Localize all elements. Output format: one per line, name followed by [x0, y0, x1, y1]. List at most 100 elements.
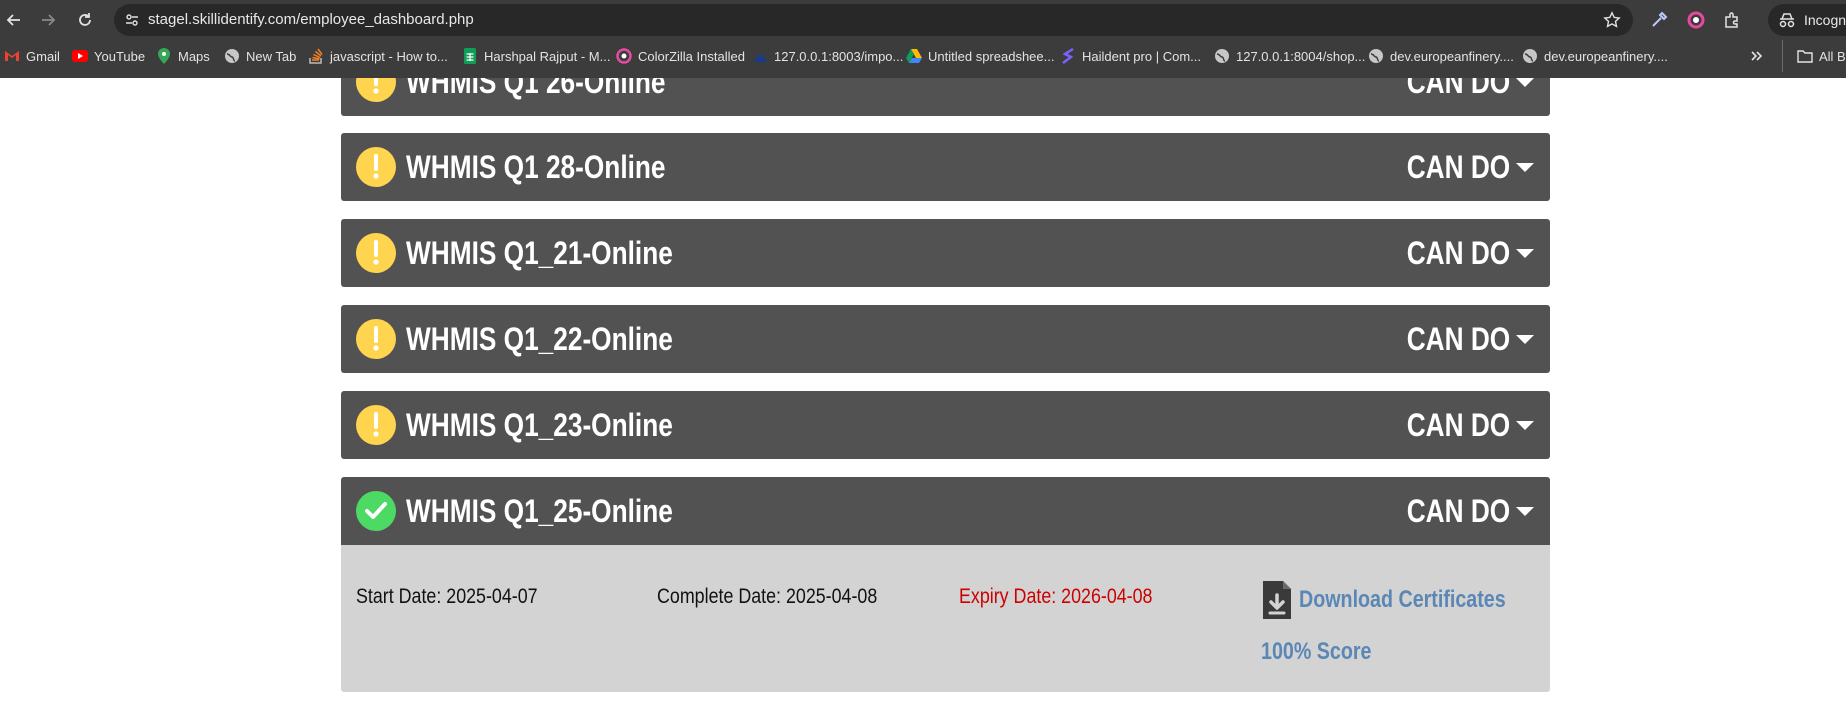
bookmark-gmail[interactable]: Gmail: [4, 40, 60, 72]
youtube-icon: [72, 48, 88, 64]
bookmark-label: 127.0.0.1:8004/shop...: [1236, 48, 1366, 64]
globe-icon: [1214, 48, 1230, 64]
bookmark-label: Maps: [178, 48, 210, 64]
page-content: WHMIS Q1 26-Online CAN DO WHMIS Q1 28-On…: [0, 78, 1846, 702]
course-accordion-header[interactable]: WHMIS Q1_23-Online CAN DO: [341, 391, 1550, 459]
complete-date: Complete Date: 2025-04-08: [657, 585, 878, 608]
course-accordion-header[interactable]: WHMIS Q1_25-Online CAN DO: [341, 477, 1550, 545]
bookmark-label: ColorZilla Installed: [638, 48, 745, 64]
course-accordion-header[interactable]: WHMIS Q1_21-Online CAN DO: [341, 219, 1550, 287]
bookmark-sheets[interactable]: Harshpal Rajput - M...: [462, 40, 610, 72]
download-certificates-label: Download Certificates: [1299, 586, 1506, 613]
bookmark-label: dev.europeanfinery....: [1544, 48, 1668, 64]
address-bar[interactable]: stagel.skillidentify.com/employee_dashbo…: [114, 4, 1633, 36]
colorzilla-extension-icon[interactable]: [1685, 9, 1707, 31]
incognito-indicator[interactable]: Incogni: [1768, 4, 1846, 36]
course-title: WHMIS Q1_22-Online: [406, 321, 673, 357]
warning-icon: [356, 405, 396, 445]
competency-toggle[interactable]: CAN DO: [1384, 391, 1534, 459]
caret-down-icon: [1516, 163, 1534, 172]
stackoverflow-icon: [308, 48, 324, 64]
competency-toggle[interactable]: CAN DO: [1384, 219, 1534, 287]
folder-icon: [1797, 48, 1813, 64]
bookmark-label: Untitled spreadshee...: [928, 48, 1055, 64]
back-icon[interactable]: [2, 8, 26, 32]
course-title: WHMIS Q1_23-Online: [406, 407, 673, 443]
course-accordion-header[interactable]: WHMIS Q1_22-Online CAN DO: [341, 305, 1550, 373]
globe-icon: [1522, 48, 1538, 64]
bookmark-local-8003[interactable]: 127.0.0.1:8003/impo...: [752, 40, 903, 72]
competency-toggle[interactable]: CAN DO: [1384, 133, 1534, 201]
course-title: WHMIS Q1 28-Online: [406, 149, 666, 185]
page-icon: [752, 48, 768, 64]
caret-down-icon: [1516, 335, 1534, 344]
site-settings-icon[interactable]: [124, 12, 140, 33]
reload-icon[interactable]: [73, 8, 97, 32]
url-text[interactable]: stagel.skillidentify.com/employee_dashbo…: [148, 4, 474, 36]
all-bookmarks[interactable]: All B: [1782, 40, 1846, 72]
warning-icon: [356, 319, 396, 359]
bookmark-label: Gmail: [26, 48, 60, 64]
caret-down-icon: [1516, 249, 1534, 258]
course-accordion-header[interactable]: WHMIS Q1 26-Online CAN DO: [341, 78, 1550, 116]
bookmark-label: dev.europeanfinery....: [1390, 48, 1514, 64]
competency-label: CAN DO: [1406, 407, 1510, 443]
competency-label: CAN DO: [1406, 78, 1510, 100]
incognito-icon: [1779, 13, 1795, 28]
course-title: WHMIS Q1_25-Online: [406, 493, 673, 529]
colorzilla-icon: [616, 48, 632, 64]
competency-toggle[interactable]: CAN DO: [1384, 477, 1534, 545]
forward-icon[interactable]: [36, 8, 60, 32]
bookmark-star-icon[interactable]: [1603, 11, 1621, 34]
bookmark-label: 127.0.0.1:8003/impo...: [774, 48, 904, 64]
warning-icon: [356, 78, 396, 102]
competency-label: CAN DO: [1406, 149, 1510, 185]
bookmarks-overflow-icon[interactable]: [1750, 40, 1764, 72]
course-accordion-header[interactable]: WHMIS Q1 28-Online CAN DO: [341, 133, 1550, 201]
extensions-puzzle-icon[interactable]: [1721, 9, 1743, 31]
bookmark-label: Harshpal Rajput - M...: [484, 48, 611, 64]
competency-toggle[interactable]: CAN DO: [1384, 305, 1534, 373]
expiry-date: Expiry Date: 2026-04-08: [959, 585, 1153, 608]
bookmark-haildent[interactable]: Haildent pro | Com...: [1060, 40, 1201, 72]
bookmarks-bar: Gmail YouTube Maps New Tab javascript - …: [0, 40, 1846, 78]
globe-icon: [1368, 48, 1384, 64]
score-text: 100% Score: [1261, 638, 1372, 665]
drive-icon: [906, 48, 922, 64]
competency-label: CAN DO: [1406, 493, 1510, 529]
globe-icon: [224, 48, 240, 64]
competency-toggle[interactable]: CAN DO: [1384, 78, 1534, 116]
bookmark-label: javascript - How to...: [330, 48, 448, 64]
download-certificates-link[interactable]: Download Certificates: [1261, 579, 1551, 621]
sheets-icon: [462, 48, 478, 64]
gmail-icon: [4, 48, 20, 64]
start-date: Start Date: 2025-04-07: [356, 585, 538, 608]
bookmark-label: YouTube: [94, 48, 146, 64]
bookmark-local-8004[interactable]: 127.0.0.1:8004/shop...: [1214, 40, 1365, 72]
bookmark-stackoverflow[interactable]: javascript - How to...: [308, 40, 448, 72]
caret-down-icon: [1516, 507, 1534, 516]
bookmark-new-tab[interactable]: New Tab: [224, 40, 296, 72]
warning-icon: [356, 147, 396, 187]
warning-icon: [356, 233, 396, 273]
bookmark-label: New Tab: [246, 48, 297, 64]
bookmark-colorzilla[interactable]: ColorZilla Installed: [616, 40, 745, 72]
course-title: WHMIS Q1 26-Online: [406, 78, 666, 100]
competency-label: CAN DO: [1406, 321, 1510, 357]
incognito-label: Incogni: [1804, 12, 1846, 28]
competency-label: CAN DO: [1406, 235, 1510, 271]
course-title: WHMIS Q1_21-Online: [406, 235, 673, 271]
bookmark-label: All B: [1819, 48, 1846, 64]
bookmark-drive[interactable]: Untitled spreadshee...: [906, 40, 1054, 72]
haildent-icon: [1060, 48, 1076, 64]
bookmark-europeanfinery-2[interactable]: dev.europeanfinery....: [1522, 40, 1668, 72]
bookmark-youtube[interactable]: YouTube: [72, 40, 145, 72]
bookmark-europeanfinery-1[interactable]: dev.europeanfinery....: [1368, 40, 1514, 72]
file-download-icon: [1263, 581, 1291, 619]
browser-toolbar: stagel.skillidentify.com/employee_dashbo…: [0, 0, 1846, 40]
bookmark-maps[interactable]: Maps: [156, 40, 210, 72]
eyedropper-extension-icon[interactable]: [1648, 9, 1670, 31]
caret-down-icon: [1516, 78, 1534, 87]
maps-icon: [156, 48, 172, 64]
caret-down-icon: [1516, 421, 1534, 430]
